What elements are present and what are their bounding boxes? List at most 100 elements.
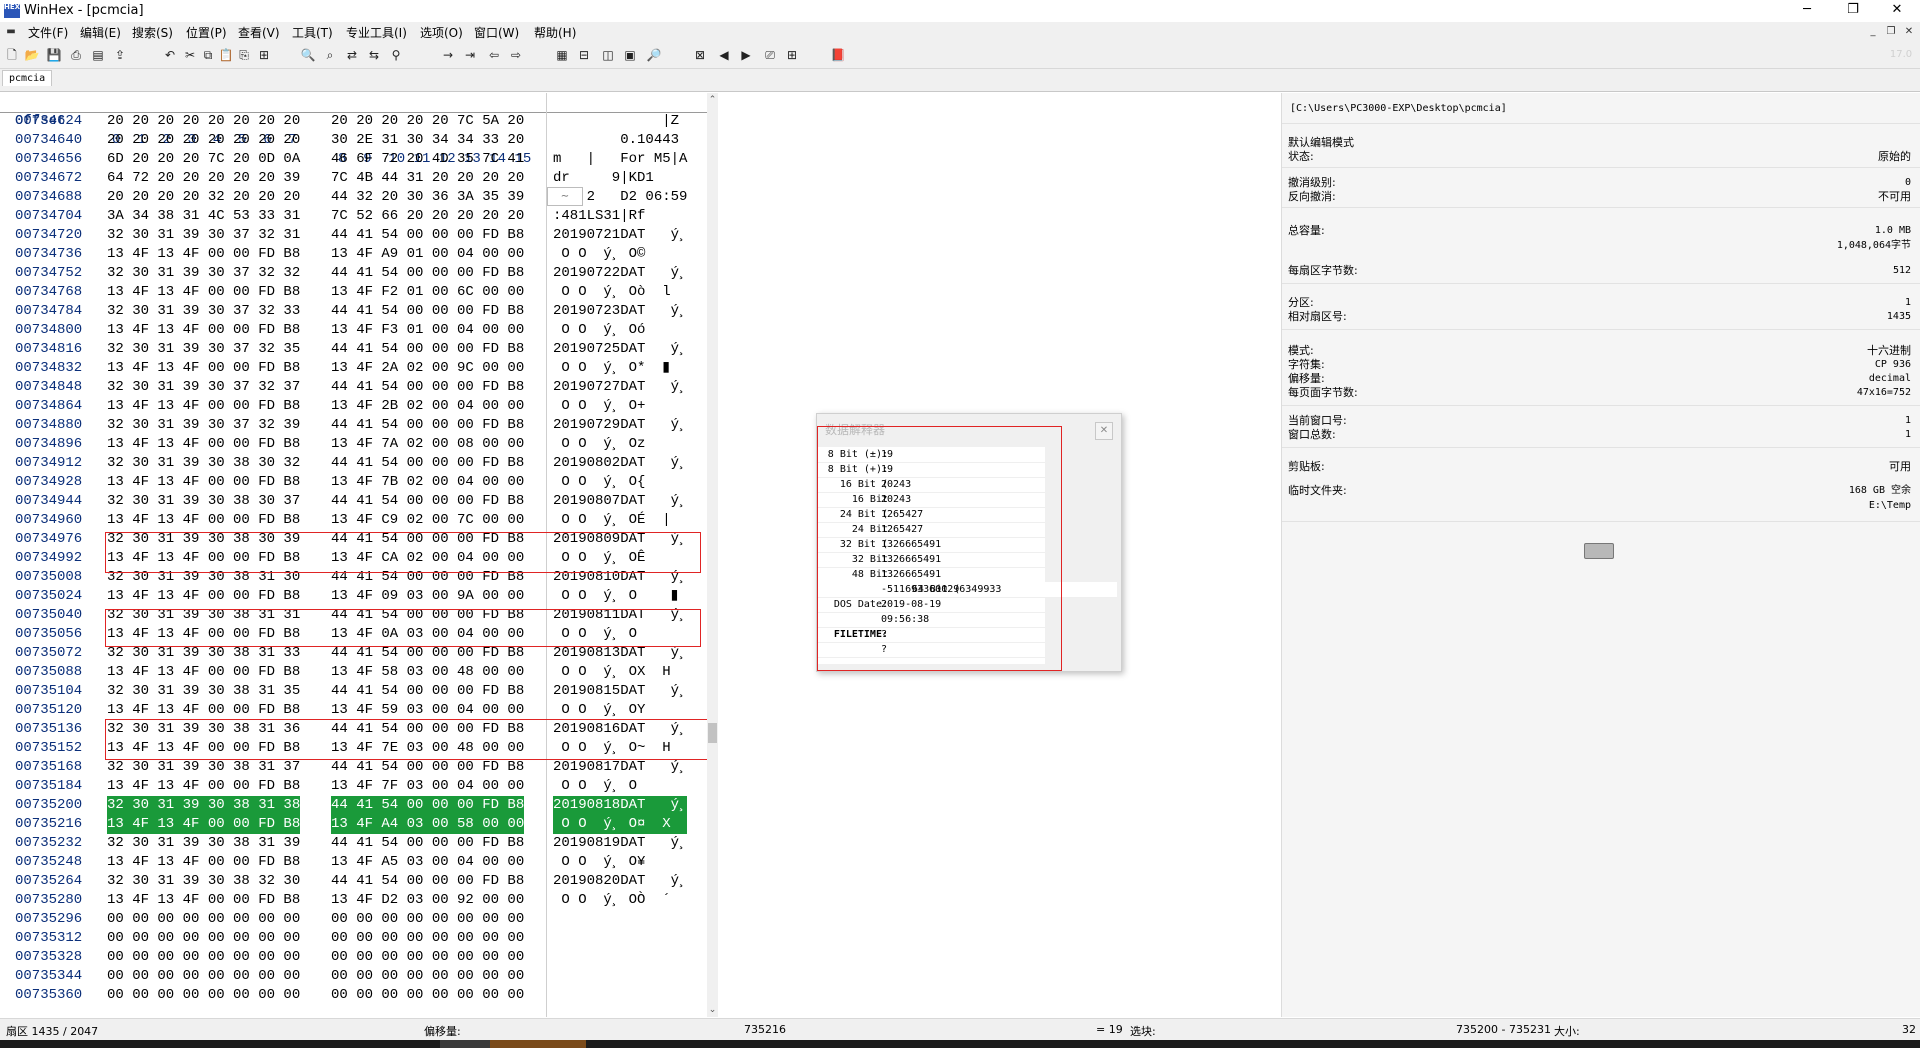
hex-bytes-low[interactable]: 13 4F 13 4F 00 00 FD B8 [107, 815, 301, 834]
hex-bytes-low[interactable]: 13 4F 13 4F 00 00 FD B8 [107, 663, 300, 682]
hex-bytes-low[interactable]: 13 4F 13 4F 00 00 FD B8 [107, 397, 300, 416]
hex-row[interactable]: 00735280 13 4F 13 4F 00 00 FD B8 13 4F D2 … [0, 891, 718, 910]
hex-bytes-high[interactable]: 44 41 54 00 00 00 FD B8 [331, 340, 524, 359]
text-cell[interactable]: O O ý¸ O© [553, 245, 687, 264]
text-cell[interactable]: O O ý¸ O [553, 777, 687, 796]
hex-row[interactable]: 00735312 00 00 00 00 00 00 00 00 00 00 00 … [0, 929, 718, 948]
hex-row[interactable]: 00734928 13 4F 13 4F 00 00 FD B8 13 4F 7B … [0, 473, 718, 492]
analyze-icon[interactable]: ⊠ [692, 47, 708, 63]
hex-row[interactable]: 00734624 20 20 20 20 20 20 20 20 20 20 20 … [0, 112, 718, 131]
hex-bytes-low[interactable]: 13 4F 13 4F 00 00 FD B8 [107, 891, 300, 910]
hex-bytes-low[interactable]: 32 30 31 39 30 38 30 32 [107, 454, 300, 473]
text-cell[interactable]: O O ý¸ Oó [553, 321, 687, 340]
replace-hex-icon[interactable]: ⇆ [366, 47, 382, 63]
hex-bytes-high[interactable]: 44 41 54 00 00 00 FD B8 [331, 796, 525, 815]
hex-bytes-high[interactable]: 44 41 54 00 00 00 FD B8 [331, 682, 524, 701]
hex-row[interactable]: 00735184 13 4F 13 4F 00 00 FD B8 13 4F 7F … [0, 777, 718, 796]
hex-bytes-low[interactable]: 32 30 31 39 30 37 32 35 [107, 340, 300, 359]
text-cell[interactable]: 20190722DAT ý¸ [553, 264, 687, 283]
scroll-down-icon[interactable]: ⌄ [707, 1003, 718, 1017]
hex-row[interactable]: 00734784 32 30 31 39 30 37 32 33 44 41 54 … [0, 302, 718, 321]
text-cell[interactable]: O O ý¸ OÉ | [553, 511, 687, 530]
hex-bytes-high[interactable]: 44 41 54 00 00 00 FD B8 [331, 226, 524, 245]
hex-row[interactable]: 00735120 13 4F 13 4F 00 00 FD B8 13 4F 59 … [0, 701, 718, 720]
menu-position[interactable]: 位置(P) [186, 24, 227, 41]
hex-bytes-low[interactable]: 32 30 31 39 30 38 30 37 [107, 492, 300, 511]
hex-bytes-low[interactable]: 13 4F 13 4F 00 00 FD B8 [107, 435, 300, 454]
hex-bytes-high[interactable]: 44 41 54 00 00 00 FD B8 [331, 302, 524, 321]
scroll-thumb[interactable] [708, 723, 717, 743]
taskbar-button-active[interactable] [490, 1040, 586, 1048]
drive-icon[interactable]: ◫ [600, 47, 616, 63]
paste-special-icon[interactable]: ⎘ [236, 47, 252, 63]
hex-bytes-low[interactable]: 32 30 31 39 30 37 32 31 [107, 226, 300, 245]
hex-bytes-high[interactable]: 20 20 20 20 20 7C 5A 20 [331, 112, 524, 131]
hex-row[interactable]: 00735248 13 4F 13 4F 00 00 FD B8 13 4F A5 … [0, 853, 718, 872]
cut-icon[interactable]: ✂ [182, 47, 198, 63]
menu-edit[interactable]: 编辑(E) [80, 24, 121, 41]
hex-bytes-low[interactable]: 20 20 20 20 20 20 20 20 [107, 131, 300, 150]
hex-bytes-high[interactable]: 44 41 54 00 00 00 FD B8 [331, 264, 524, 283]
hex-bytes-high[interactable]: 13 4F C9 02 00 7C 00 00 [331, 511, 524, 530]
hex-bytes-low[interactable]: 00 00 00 00 00 00 00 00 [107, 967, 300, 986]
forward-icon[interactable]: ⇨ [508, 47, 524, 63]
menu-search[interactable]: 搜索(S) [132, 24, 173, 41]
hex-bytes-low[interactable]: 13 4F 13 4F 00 00 FD B8 [107, 359, 300, 378]
hex-row[interactable]: 00734704 3A 34 38 31 4C 53 33 31 7C 52 66 … [0, 207, 718, 226]
hex-bytes-high[interactable]: 13 4F F3 01 00 04 00 00 [331, 321, 524, 340]
hex-row[interactable]: 00734736 13 4F 13 4F 00 00 FD B8 13 4F A9 … [0, 245, 718, 264]
print-icon[interactable]: ⎙ [68, 47, 84, 63]
hex-row[interactable]: 00735264 32 30 31 39 30 38 32 30 44 41 54 … [0, 872, 718, 891]
hex-bytes-low[interactable]: 13 4F 13 4F 00 00 FD B8 [107, 701, 300, 720]
hex-row[interactable]: 00735328 00 00 00 00 00 00 00 00 00 00 00 … [0, 948, 718, 967]
hex-bytes-high[interactable]: 44 41 54 00 00 00 FD B8 [331, 454, 524, 473]
hex-row[interactable]: 00734640 20 20 20 20 20 20 20 20 30 2E 31 … [0, 131, 718, 150]
text-cell[interactable]: 20190802DAT ý¸ [553, 454, 687, 473]
hex-bytes-low[interactable]: 20 20 20 20 32 20 20 20 [107, 188, 300, 207]
text-cell[interactable]: O O ý¸ O¤ X [553, 815, 688, 834]
hex-bytes-low[interactable]: 32 30 31 39 30 37 32 37 [107, 378, 300, 397]
hex-row[interactable]: 00734896 13 4F 13 4F 00 00 FD B8 13 4F 7A … [0, 435, 718, 454]
hex-row[interactable]: 00735296 00 00 00 00 00 00 00 00 00 00 00 … [0, 910, 718, 929]
hex-bytes-high[interactable]: 7C 52 66 20 20 20 20 20 [331, 207, 524, 226]
hex-vertical-scrollbar[interactable]: ⌃ ⌄ [707, 93, 718, 1017]
hex-bytes-high[interactable]: 13 4F 09 03 00 9A 00 00 [331, 587, 524, 606]
hex-row[interactable]: 00734816 32 30 31 39 30 37 32 35 44 41 54 … [0, 340, 718, 359]
hex-bytes-low[interactable]: 13 4F 13 4F 00 00 FD B8 [107, 587, 300, 606]
text-cell[interactable]: O O ý¸ Oz [553, 435, 687, 454]
paste-icon[interactable]: 📋 [218, 47, 234, 63]
mdi-restore-icon[interactable]: ❐ [1882, 24, 1900, 40]
hex-bytes-high[interactable]: 44 41 54 00 00 00 FD B8 [331, 378, 524, 397]
hex-row[interactable]: 00734656 6D 20 20 20 7C 20 0D 0A 46 6F 72 … [0, 150, 718, 169]
hex-bytes-high[interactable]: 44 41 54 00 00 00 FD B8 [331, 872, 524, 891]
binary-icon[interactable]: ⊞ [256, 47, 272, 63]
hex-row[interactable]: 00735216 13 4F 13 4F 00 00 FD B8 13 4F A4 … [0, 815, 718, 834]
hex-bytes-high[interactable]: 00 00 00 00 00 00 00 00 [331, 910, 524, 929]
hex-bytes-low[interactable]: 13 4F 13 4F 00 00 FD B8 [107, 511, 300, 530]
hex-bytes-high[interactable]: 13 4F D2 03 00 92 00 00 [331, 891, 524, 910]
hex-row[interactable]: 00734848 32 30 31 39 30 37 32 37 44 41 54 … [0, 378, 718, 397]
text-cell[interactable]: 20190721DAT ý¸ [553, 226, 687, 245]
hex-bytes-high[interactable]: 44 41 54 00 00 00 FD B8 [331, 834, 524, 853]
hex-bytes-high[interactable]: 44 41 54 00 00 00 FD B8 [331, 492, 524, 511]
hex-bytes-high[interactable]: 13 4F A4 03 00 58 00 00 [331, 815, 525, 834]
export-icon[interactable]: ⇪ [112, 47, 128, 63]
text-cell[interactable]: 20190723DAT ý¸ [553, 302, 687, 321]
text-cell[interactable]: 20190727DAT ý¸ [553, 378, 687, 397]
text-cell[interactable]: 20190819DAT ý¸ [553, 834, 687, 853]
text-cell[interactable]: m | For M5|A [553, 150, 687, 169]
hex-bytes-high[interactable]: 00 00 00 00 00 00 00 00 [331, 967, 524, 986]
hex-bytes-high[interactable]: 44 32 20 30 36 3A 35 39 [331, 188, 524, 207]
new-file-icon[interactable]: 🗋 [4, 47, 20, 63]
text-cell[interactable]: O O ý¸ OÒ ´ [553, 891, 687, 910]
tab-pcmcia[interactable]: pcmcia [2, 70, 53, 86]
find-hex-icon[interactable]: ⌕ [322, 47, 338, 63]
menu-options[interactable]: 选项(O) [420, 24, 463, 41]
hex-bytes-high[interactable]: 13 4F 7B 02 00 04 00 00 [331, 473, 524, 492]
taskbar-button[interactable] [440, 1040, 490, 1048]
text-cell[interactable]: O O ý¸ O+ [553, 397, 687, 416]
grid-icon[interactable]: ⊞ [784, 47, 800, 63]
hex-bytes-high[interactable]: 13 4F A5 03 00 04 00 00 [331, 853, 524, 872]
undo-icon[interactable]: ↶ [162, 47, 178, 63]
hex-bytes-low[interactable]: 13 4F 13 4F 00 00 FD B8 [107, 473, 300, 492]
